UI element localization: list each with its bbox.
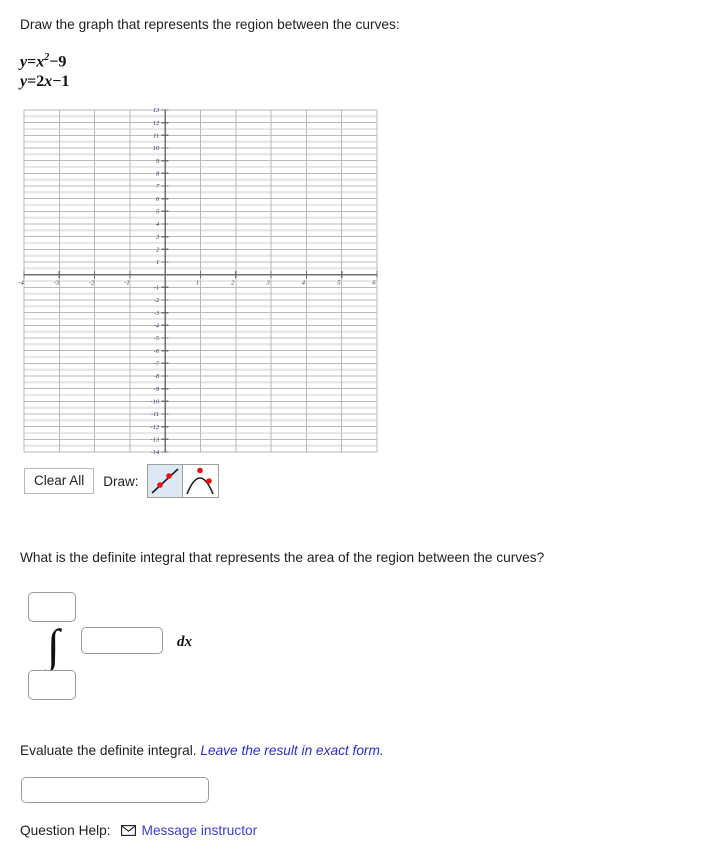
svg-text:-13: -13: [151, 437, 160, 444]
equation-2-minus: −: [52, 73, 62, 91]
svg-text:-4: -4: [154, 323, 160, 330]
clear-all-button[interactable]: Clear All: [24, 468, 95, 494]
svg-text:1: 1: [196, 280, 199, 287]
svg-text:-1: -1: [124, 280, 129, 287]
integral-expression: ∫ dx: [28, 592, 288, 702]
upper-limit-input[interactable]: [28, 592, 76, 622]
evaluate-question-text: Evaluate the definite integral. Leave th…: [20, 743, 384, 758]
graph-canvas[interactable]: -4 -3 -2 -1 1 2 3 4 5 6 13 12 11 10 9 8 7 6 5 4 3 2 1 -1 -2 -3 -4-…: [0, 100, 400, 465]
svg-text:5: 5: [156, 209, 160, 216]
svg-text:-12: -12: [151, 424, 160, 431]
envelope-icon: [120, 825, 136, 836]
svg-text:6: 6: [156, 196, 160, 203]
equation-1-equals: =: [27, 53, 37, 71]
svg-text:-4: -4: [18, 280, 24, 287]
curve-equations: y=x2−9 y=2x−1: [20, 48, 69, 92]
equation-1: y=x2−9: [20, 48, 69, 72]
page-instruction: Draw the graph that represents the regio…: [20, 17, 400, 32]
equation-1-minus: −: [49, 53, 59, 71]
coordinate-plane[interactable]: -4 -3 -2 -1 1 2 3 4 5 613121110987654321-1-2-3-4-…: [0, 100, 400, 465]
line-tool-icon: [151, 468, 179, 494]
svg-text:-5: -5: [154, 335, 160, 342]
svg-text:-14: -14: [151, 449, 160, 456]
svg-text:2: 2: [156, 247, 160, 254]
svg-text:9: 9: [156, 158, 160, 165]
integral-sign: ∫: [47, 620, 60, 671]
evaluate-question-label: Evaluate the definite integral.: [20, 743, 201, 758]
svg-text:-11: -11: [151, 411, 159, 418]
equation-2-constant: 1: [61, 73, 70, 91]
equation-2: y=2x−1: [20, 72, 69, 92]
message-instructor-link[interactable]: Message instructor: [142, 823, 258, 838]
svg-text:10: 10: [153, 145, 160, 152]
parabola-tool-icon: [186, 467, 214, 495]
question-help-row: Question Help: Message instructor: [20, 823, 257, 838]
svg-text:11: 11: [153, 133, 159, 140]
svg-text:-7: -7: [154, 361, 160, 368]
svg-text:-2: -2: [89, 280, 95, 287]
svg-text:8: 8: [156, 171, 160, 178]
svg-text:1: 1: [156, 259, 159, 266]
svg-text:4: 4: [156, 221, 160, 228]
svg-text:3: 3: [265, 280, 270, 287]
equation-1-constant: 9: [58, 53, 67, 71]
question-help-label: Question Help:: [20, 823, 111, 838]
parabola-tool-button[interactable]: [182, 464, 219, 498]
dx-label: dx: [177, 634, 192, 650]
exact-form-hint: Leave the result in exact form.: [200, 743, 384, 758]
line-tool-button[interactable]: [146, 464, 183, 498]
svg-text:13: 13: [153, 107, 160, 114]
svg-text:7: 7: [156, 183, 160, 190]
draw-label: Draw:: [103, 473, 139, 489]
svg-text:-9: -9: [154, 386, 160, 393]
draw-toolbar: Clear All Draw:: [24, 464, 219, 498]
equation-2-equals: =: [27, 73, 37, 91]
lower-limit-input[interactable]: [28, 670, 76, 700]
svg-text:-1: -1: [154, 285, 159, 292]
svg-text:3: 3: [155, 234, 160, 241]
svg-text:-6: -6: [154, 348, 160, 355]
integral-question-text: What is the definite integral that repre…: [20, 550, 545, 565]
svg-text:-2: -2: [154, 297, 160, 304]
svg-text:-3: -3: [54, 280, 60, 287]
evaluate-answer-input[interactable]: [21, 777, 209, 803]
svg-text:-8: -8: [154, 373, 160, 380]
draw-tool-group: [146, 464, 219, 498]
integrand-input[interactable]: [81, 627, 163, 654]
svg-text:-3: -3: [154, 310, 160, 317]
svg-text:-10: -10: [151, 399, 160, 406]
svg-text:12: 12: [153, 120, 160, 127]
